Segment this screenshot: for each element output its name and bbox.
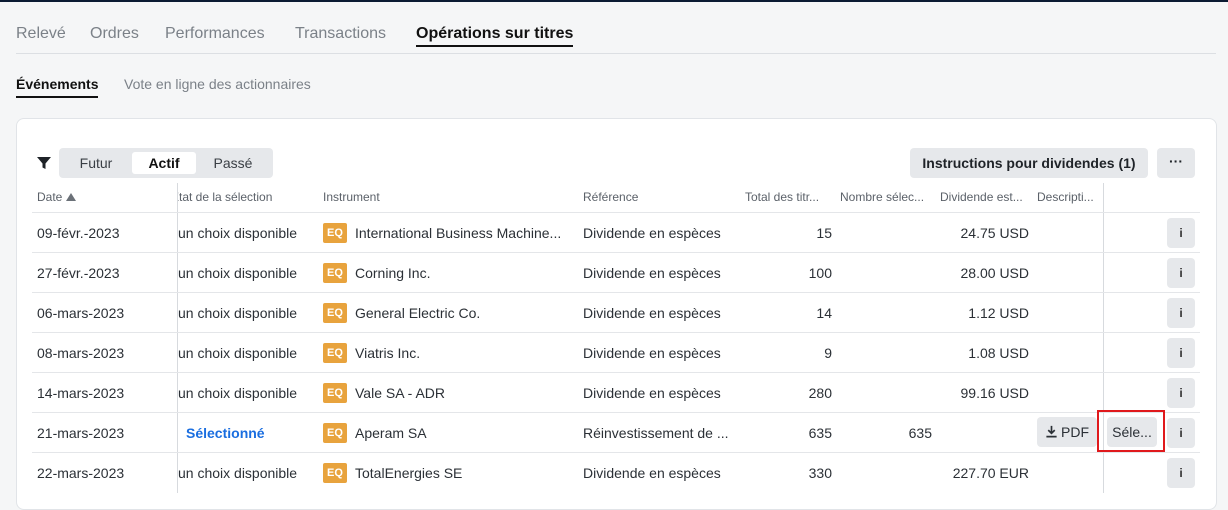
table-row[interactable]: 08-mars-2023 un choix disponible EQ Viat…	[32, 332, 1200, 373]
cell-total: 635	[808, 425, 832, 441]
cell-total: 15	[816, 225, 832, 241]
tab-transactions[interactable]: Transactions	[295, 25, 386, 43]
cell-instrument[interactable]: Viatris Inc.	[355, 333, 575, 373]
info-button[interactable]: i	[1167, 298, 1195, 328]
table-row[interactable]: 14-mars-2023 un choix disponible EQ Vale…	[32, 372, 1200, 413]
filter-icon[interactable]	[36, 155, 52, 171]
cell-total: 9	[824, 345, 832, 361]
top-bar	[0, 0, 1228, 2]
subtab-vote-en-ligne[interactable]: Vote en ligne des actionnaires	[124, 76, 311, 92]
cell-date: 08-mars-2023	[37, 345, 125, 361]
col-total[interactable]: Total des titr...	[745, 190, 831, 204]
col-instrument[interactable]: Instrument	[323, 190, 443, 204]
cell-selected-count	[852, 253, 932, 293]
table-row[interactable]: 06-mars-2023 un choix disponible EQ Gene…	[32, 292, 1200, 333]
cell-state: un choix disponible	[178, 345, 298, 361]
cell-selected-count	[852, 333, 932, 373]
info-button[interactable]: i	[1167, 218, 1195, 248]
cell-dividend: 1.12 USD	[968, 305, 1029, 321]
cell-reference: Dividende en espèces	[583, 305, 721, 321]
equity-badge: EQ	[323, 343, 347, 363]
tab-ordres[interactable]: Ordres	[90, 25, 139, 43]
col-date[interactable]: Date	[37, 190, 157, 204]
equity-badge: EQ	[323, 423, 347, 443]
cell-dividend: 28.00 USD	[960, 265, 1029, 281]
cell-state: un choix disponible	[178, 265, 298, 281]
cell-date: 06-mars-2023	[37, 305, 125, 321]
equity-badge: EQ	[323, 303, 347, 323]
info-button[interactable]: i	[1167, 258, 1195, 288]
cell-dividend: 99.16 USD	[960, 385, 1029, 401]
cell-date: 21-mars-2023	[37, 425, 125, 441]
info-button[interactable]: i	[1167, 418, 1195, 448]
cell-dividend: 227.70 EUR	[952, 465, 1029, 481]
cell-total: 330	[808, 465, 832, 481]
pdf-download-button[interactable]: PDF	[1037, 417, 1097, 447]
cell-selected-count	[852, 373, 932, 413]
table-row[interactable]: 22-mars-2023 un choix disponible EQ Tota…	[32, 452, 1200, 493]
col-dividend[interactable]: Dividende est...	[940, 190, 1030, 204]
cell-state-selected: Sélectionné	[186, 425, 265, 441]
cell-reference: Réinvestissement de ...	[583, 425, 729, 441]
dividend-instructions-button[interactable]: Instructions pour dividendes (1)	[910, 148, 1148, 178]
info-button[interactable]: i	[1167, 378, 1195, 408]
cell-selected-count	[852, 293, 932, 333]
cell-instrument[interactable]: Corning Inc.	[355, 253, 575, 293]
cell-state: un choix disponible	[178, 225, 298, 241]
col-state[interactable]: État de la sélection	[178, 190, 308, 204]
cell-instrument[interactable]: TotalEnergies SE	[355, 453, 575, 493]
cell-reference: Dividende en espèces	[583, 385, 721, 401]
sort-asc-icon	[66, 193, 77, 201]
table-row[interactable]: 21-mars-2023 Sélectionné EQ Aperam SA Ré…	[32, 412, 1200, 453]
select-button-highlight	[1097, 410, 1165, 452]
cell-state: un choix disponible	[178, 305, 298, 321]
subtab-evenements[interactable]: Événements	[16, 76, 99, 98]
cell-total: 14	[816, 305, 832, 321]
more-options-button[interactable]: ···	[1157, 148, 1195, 178]
col-reference[interactable]: Référence	[583, 190, 703, 204]
cell-state: un choix disponible	[178, 465, 298, 481]
col-description[interactable]: Descripti...	[1037, 190, 1103, 204]
cell-reference: Dividende en espèces	[583, 345, 721, 361]
filter-passe[interactable]: Passé	[201, 152, 265, 174]
equity-badge: EQ	[323, 383, 347, 403]
equity-badge: EQ	[323, 263, 347, 283]
main-tabs: Relevé Ordres Performances Transactions …	[16, 25, 1216, 54]
equity-badge: EQ	[323, 223, 347, 243]
cell-date: 22-mars-2023	[37, 465, 125, 481]
cell-selected-count: 635	[908, 425, 932, 441]
cell-instrument[interactable]: Vale SA - ADR	[355, 373, 575, 413]
cell-instrument[interactable]: General Electric Co.	[355, 293, 575, 333]
cell-total: 100	[808, 265, 832, 281]
filter-actif[interactable]: Actif	[132, 152, 196, 174]
cell-dividend: 1.08 USD	[968, 345, 1029, 361]
table-row[interactable]: 27-févr.-2023 un choix disponible EQ Cor…	[32, 252, 1200, 293]
period-filter: Futur Actif Passé	[59, 148, 273, 178]
cell-dividend: 24.75 USD	[960, 225, 1029, 241]
tab-operations-sur-titres[interactable]: Opérations sur titres	[416, 25, 574, 47]
pdf-label: PDF	[1061, 424, 1089, 440]
equity-badge: EQ	[323, 463, 347, 483]
cell-instrument[interactable]: Aperam SA	[355, 413, 575, 453]
cell-selected-count	[852, 453, 932, 493]
cell-instrument[interactable]: International Business Machine...	[355, 213, 575, 253]
cell-date: 14-mars-2023	[37, 385, 125, 401]
cell-total: 280	[808, 385, 832, 401]
download-icon	[1046, 425, 1057, 438]
cell-reference: Dividende en espèces	[583, 225, 721, 241]
col-selected-count[interactable]: Nombre sélec...	[840, 190, 932, 204]
filter-futur[interactable]: Futur	[65, 152, 127, 174]
cell-date: 09-févr.-2023	[37, 225, 120, 241]
cell-reference: Dividende en espèces	[583, 265, 721, 281]
info-button[interactable]: i	[1167, 458, 1195, 488]
tab-releve[interactable]: Relevé	[16, 25, 66, 43]
info-button[interactable]: i	[1167, 338, 1195, 368]
cell-selected-count	[852, 213, 932, 253]
table-row[interactable]: 09-févr.-2023 un choix disponible EQ Int…	[32, 212, 1200, 253]
tab-performances[interactable]: Performances	[165, 25, 265, 43]
cell-state: un choix disponible	[178, 385, 298, 401]
cell-date: 27-févr.-2023	[37, 265, 120, 281]
cell-reference: Dividende en espèces	[583, 465, 721, 481]
